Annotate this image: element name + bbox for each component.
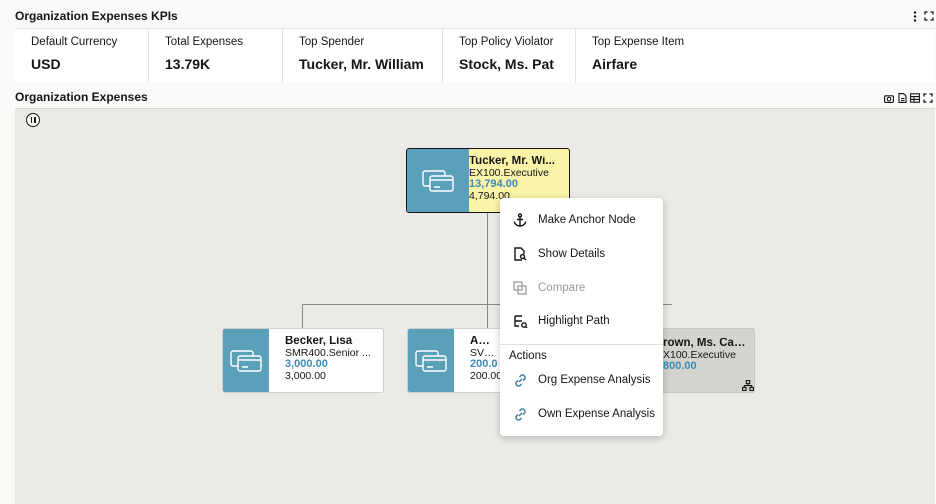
camera-icon[interactable] — [884, 92, 894, 104]
menu-item-label: Show Details — [538, 248, 606, 260]
menu-item-compare[interactable]: Compare — [500, 275, 663, 301]
kpi-value: Tucker, Mr. William — [299, 56, 424, 72]
connector-line — [487, 304, 488, 328]
menu-item-label: Highlight Path — [538, 315, 610, 327]
table-view-icon[interactable] — [910, 92, 920, 104]
compare-icon — [500, 281, 538, 295]
menu-item-label: Compare — [538, 282, 586, 294]
path-icon — [500, 314, 538, 328]
menu-item-make-anchor-node[interactable]: Make Anchor Node — [500, 207, 663, 233]
kpi-top-expense-item: Top Expense Item Airfare — [576, 29, 706, 83]
kpi-strip: Default Currency USD Total Expenses 13.7… — [15, 28, 935, 83]
credit-card-icon — [408, 329, 454, 392]
credit-card-icon — [223, 329, 269, 392]
credit-card-icon — [407, 149, 469, 212]
kpi-value: Airfare — [592, 56, 638, 72]
export-icon[interactable] — [897, 92, 907, 104]
kpi-label: Default Currency — [31, 36, 118, 48]
kpi-total-expenses: Total Expenses 13.79K — [149, 29, 283, 83]
link-icon — [500, 373, 538, 388]
pause-button[interactable] — [26, 113, 40, 127]
kpis-panel-title: Organization Expenses KPIs — [15, 9, 178, 23]
more-options-icon[interactable] — [910, 10, 920, 22]
kpi-label: Total Expenses — [165, 36, 243, 48]
menu-item-own-expense-analysis[interactable]: Own Expense Analysis — [500, 401, 663, 427]
kpi-label: Top Spender — [299, 36, 365, 48]
kpi-value: USD — [31, 56, 61, 72]
kpi-value: Stock, Ms. Pat — [459, 56, 554, 72]
menu-item-highlight-path[interactable]: Highlight Path — [500, 308, 663, 334]
hierarchy-icon[interactable] — [742, 378, 754, 396]
menu-item-label: Make Anchor Node — [538, 214, 636, 226]
node-own-amount: 200.00 — [470, 369, 503, 382]
kpi-top-spender: Top Spender Tucker, Mr. William — [283, 29, 443, 83]
node-total-amount: 13,794.00 — [469, 178, 518, 190]
kpi-label: Top Expense Item — [592, 36, 685, 48]
anchor-icon — [500, 213, 538, 227]
node-name: Becker, Lisa — [285, 336, 353, 347]
node-name: rown, Ms. Cas... — [663, 338, 748, 349]
connector-line — [302, 304, 303, 328]
expand-icon[interactable] — [924, 10, 934, 22]
menu-item-show-details[interactable]: Show Details — [500, 241, 663, 267]
expenses-panel-title: Organization Expenses — [15, 90, 148, 104]
org-node-apt[interactable]: Apt, P SVP20 200.0 200.00 — [407, 328, 503, 393]
menu-item-org-expense-analysis[interactable]: Org Expense Analysis — [500, 367, 663, 393]
connector-line — [487, 213, 488, 304]
org-node-becker[interactable]: Becker, Lisa SMR400.Senior ... 3,000.00 … — [222, 328, 384, 393]
menu-item-label: Org Expense Analysis — [538, 374, 651, 386]
kpis-header-actions — [910, 10, 934, 22]
context-menu: Make Anchor Node Show Details Compare Hi… — [500, 198, 663, 436]
menu-item-label: Own Expense Analysis — [538, 408, 655, 420]
menu-divider — [500, 344, 663, 345]
link-icon — [500, 407, 538, 422]
kpi-top-policy-violator: Top Policy Violator Stock, Ms. Pat — [443, 29, 576, 83]
expenses-header-actions — [884, 92, 933, 104]
node-total-amount: 200.0 — [470, 358, 498, 370]
kpi-label: Top Policy Violator — [459, 36, 554, 48]
node-name: Tucker, Mr. Wi... — [469, 156, 555, 167]
document-search-icon — [500, 247, 538, 261]
node-own-amount: 3,000.00 — [285, 369, 326, 382]
node-total-amount: 3,000.00 — [285, 358, 328, 370]
expand-icon[interactable] — [923, 92, 933, 104]
kpi-default-currency: Default Currency USD — [15, 29, 149, 83]
menu-section-label: Actions — [509, 350, 547, 362]
kpi-value: 13.79K — [165, 56, 211, 72]
node-total-amount: 800.00 — [663, 360, 697, 372]
node-name: Apt, P — [470, 336, 496, 347]
